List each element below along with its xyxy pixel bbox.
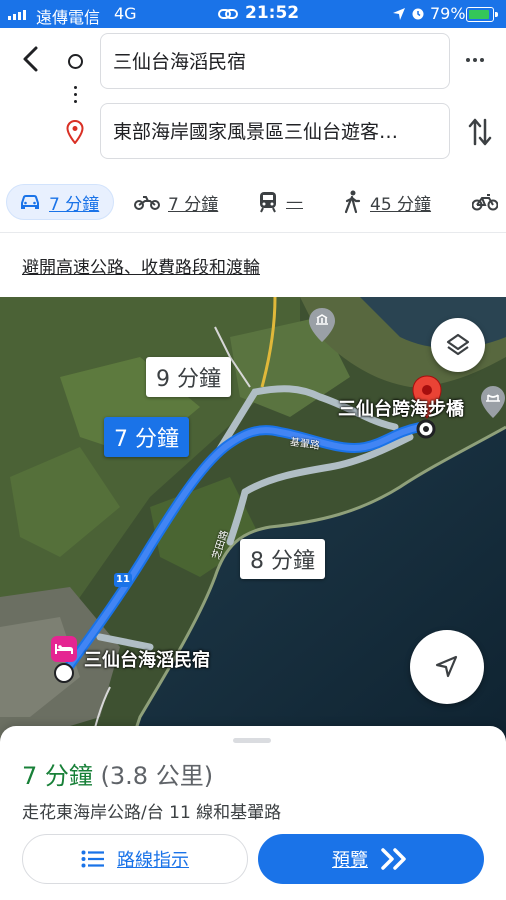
transit-icon (260, 192, 276, 213)
mode-transit[interactable]: — (258, 184, 303, 220)
layers-button[interactable] (431, 318, 485, 372)
mode-walk-label: 45 分鐘 (370, 194, 432, 215)
preview-button-label: 預覽 (332, 850, 368, 871)
navigation-arrow-icon (435, 655, 458, 678)
mode-walk[interactable]: 45 分鐘 (342, 184, 431, 220)
bicycle-icon (472, 194, 498, 211)
avoid-options-link[interactable]: 避開高速公路、收費路段和渡輪 (22, 253, 260, 278)
route-via: 走花東海岸公路/台 11 線和基翬路 (22, 803, 282, 823)
steps-button[interactable]: 路線指示 (22, 834, 248, 884)
map-view[interactable]: 7 分鐘 9 分鐘 8 分鐘 三仙台跨海步橋 三仙台海滔民宿 基翬路 芝田路 1… (0, 297, 506, 747)
more-options-icon[interactable] (466, 58, 484, 62)
destination-input[interactable]: 東部海岸國家風景區三仙台遊客… (100, 103, 450, 159)
hotel-marker-icon[interactable] (50, 635, 78, 663)
recenter-button[interactable] (410, 630, 484, 704)
route-summary-sheet: 7 分鐘 (3.8 公里) 走花東海岸公路/台 11 線和基翬路 路線指示 預覽 (0, 726, 506, 900)
route-dots-icon (74, 86, 77, 107)
network-type: 4G (114, 4, 137, 23)
travel-modes: 7 分鐘 7 分鐘 — 45 分鐘 (0, 180, 506, 226)
status-bar: 遠傳電信 4G 21:52 79% (0, 0, 506, 28)
list-icon (81, 850, 104, 868)
route-time-badge-alt1[interactable]: 9 分鐘 (146, 357, 231, 397)
sheet-drag-handle[interactable] (233, 738, 271, 743)
highway-shield-11: 11 (116, 574, 130, 585)
museum-marker-icon[interactable] (308, 307, 336, 343)
origin-map-label: 三仙台海滔民宿 (84, 650, 210, 671)
route-distance: (3.8 公里) (100, 762, 214, 790)
layers-icon (446, 333, 470, 356)
origin-input[interactable]: 三仙台海滔民宿 (100, 33, 450, 89)
alarm-icon (410, 5, 426, 25)
mode-motorcycle-label: 7 分鐘 (168, 194, 219, 215)
destination-pin-icon (66, 119, 84, 148)
back-button[interactable] (16, 44, 46, 74)
battery-percent: 79% (430, 4, 466, 23)
bridge-marker-icon[interactable] (480, 385, 506, 419)
swap-icon[interactable] (468, 116, 492, 152)
link-icon (218, 6, 238, 25)
mode-drive-label: 7 分鐘 (49, 194, 100, 215)
mode-transit-label: — (286, 192, 303, 212)
route-summary: 7 分鐘 (3.8 公里) (22, 756, 213, 791)
destination-map-label: 三仙台跨海步橋 (338, 399, 464, 420)
origin-circle-icon (68, 54, 83, 69)
divider (0, 232, 506, 233)
double-chevron-right-icon (381, 848, 406, 870)
carrier-name: 遠傳電信 (36, 8, 101, 27)
route-duration: 7 分鐘 (22, 762, 93, 790)
signal-icon (8, 10, 26, 20)
walk-icon (344, 190, 361, 214)
preview-button[interactable]: 預覽 (258, 834, 484, 884)
mode-motorcycle[interactable]: 7 分鐘 (134, 184, 218, 220)
clock: 21:52 (245, 3, 300, 23)
battery-icon (466, 7, 498, 22)
mode-drive[interactable]: 7 分鐘 (6, 184, 114, 220)
car-icon (21, 195, 39, 209)
motorcycle-icon (134, 196, 160, 210)
route-time-badge-alt2[interactable]: 8 分鐘 (240, 539, 325, 579)
route-time-badge-primary[interactable]: 7 分鐘 (104, 417, 189, 457)
location-arrow-icon (392, 6, 406, 25)
mode-bicycle[interactable] (472, 184, 498, 220)
steps-button-label: 路線指示 (117, 850, 189, 871)
